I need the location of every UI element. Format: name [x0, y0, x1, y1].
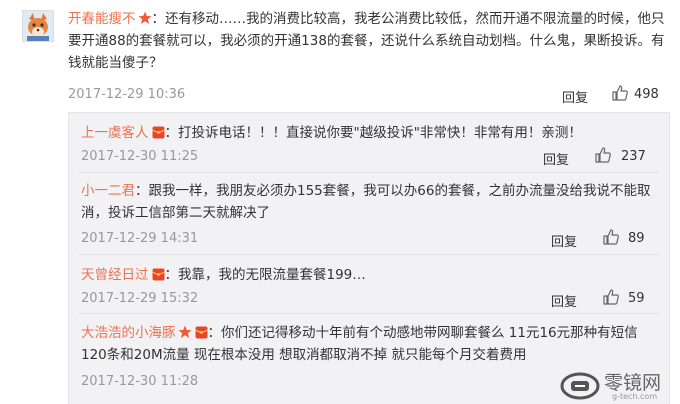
star-badge-icon	[178, 324, 192, 338]
comment-text: ：还有移动……我的消费比较高，我老公消费比较低，然而开通不限流量的时候，他只要开…	[68, 11, 665, 71]
reply-button[interactable]: 回复	[543, 149, 569, 168]
thumbs-up-icon[interactable]	[611, 84, 629, 102]
main-comment: 开春能瘦不 ：还有移动……我的消费比较高，我老公消费比较低，然而开通不限流量的时候…	[0, 0, 680, 112]
reply-item: 上一虞客人 ：打投诉电话！！！直接说你要"越级投诉"非常快！非常有用！亲测！ 20…	[69, 122, 669, 174]
reply-username-link[interactable]: 小一二君	[81, 183, 135, 199]
reply-text: ：打投诉电话！！！直接说你要"越级投诉"非常快！非常有用！亲测！	[164, 125, 582, 141]
reply-item: 天曾经日过 ：我靠，我的无限流量套餐199… 2017-12-29 15:32 回…	[69, 264, 669, 316]
star-badge-icon	[138, 10, 152, 24]
fox-avatar-icon	[23, 11, 53, 41]
reply-body: 大浩浩的小海豚 ：你们还记得移动十年前有个动感地带网聊套餐么 11元16元那种有短…	[81, 322, 651, 366]
thumbs-up-icon[interactable]	[602, 228, 620, 246]
reply-time: 2017-12-29 14:31	[81, 231, 199, 246]
divider	[79, 254, 659, 255]
reply-body: 天曾经日过 ：我靠，我的无限流量套餐199…	[81, 264, 651, 286]
reply-username-link[interactable]: 上一虞客人	[81, 125, 149, 141]
thumbs-up-icon[interactable]	[602, 288, 620, 306]
comment-time: 2017-12-29 10:36	[68, 87, 186, 102]
watermark-text: 零镜网	[604, 372, 662, 394]
reply-button[interactable]: 回复	[551, 231, 577, 250]
reply-body: 小一二君：跟我一样，我朋友必须办155套餐，我可以办66的套餐，之前办流量没给我…	[81, 180, 651, 224]
reply-text: ：跟我一样，我朋友必须办155套餐，我可以办66的套餐，之前办流量没给我说不能取…	[81, 183, 651, 221]
watermark-logo: 零镜网 g-tech.com	[560, 368, 680, 403]
reply-button[interactable]: 回复	[551, 291, 577, 310]
comment-body: 开春能瘦不 ：还有移动……我的消费比较高，我老公消费比较低，然而开通不限流量的时候…	[68, 8, 668, 74]
username-link[interactable]: 开春能瘦不	[68, 11, 136, 27]
reply-button[interactable]: 回复	[562, 87, 588, 106]
watermark-logo-icon	[560, 372, 600, 400]
watermark-url: g-tech.com	[612, 392, 658, 401]
reply-time: 2017-12-30 11:25	[81, 149, 199, 164]
reply-time: 2017-12-30 11:28	[81, 374, 199, 389]
replies-container: 上一虞客人 ：打投诉电话！！！直接说你要"越级投诉"非常快！非常有用！亲测！ 20…	[68, 112, 670, 404]
avatar[interactable]	[22, 10, 54, 42]
thumbs-up-icon[interactable]	[594, 146, 612, 164]
divider	[79, 172, 659, 173]
reply-body: 上一虞客人 ：打投诉电话！！！直接说你要"越级投诉"非常快！非常有用！亲测！	[81, 122, 651, 144]
reply-item: 小一二君：跟我一样，我朋友必须办155套餐，我可以办66的套餐，之前办流量没给我…	[69, 180, 669, 255]
like-count: 237	[621, 149, 646, 164]
like-count: 89	[628, 231, 645, 246]
divider	[79, 313, 659, 314]
reply-username-link[interactable]: 天曾经日过	[81, 267, 149, 283]
like-count: 498	[634, 87, 659, 102]
red-envelope-icon	[151, 124, 165, 139]
reply-time: 2017-12-29 15:32	[81, 291, 199, 306]
reply-text: ：我靠，我的无限流量套餐199…	[164, 267, 366, 283]
reply-username-link[interactable]: 大浩浩的小海豚	[81, 325, 176, 341]
like-count: 59	[628, 291, 645, 306]
red-envelope-icon	[194, 324, 208, 339]
red-envelope-icon	[151, 266, 165, 281]
